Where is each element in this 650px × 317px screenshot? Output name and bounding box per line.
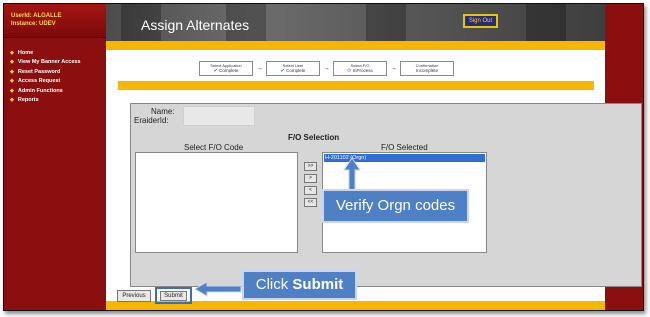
sidebar-item-label: Home [17,49,34,56]
move-all-left-button[interactable]: << [304,198,317,207]
sidebar: UserId: ALGALLE Instance: UDEV ◆ Home ◆ Vi… [4,4,106,310]
bullet-icon: ◆ [10,59,14,66]
bullet-icon: ◆ [10,49,14,56]
arrow-right-icon: → [323,65,330,72]
sidebar-item-home[interactable]: ◆ Home [4,48,106,58]
fo-selection-title: F/O Selection [288,133,340,142]
step-status: ✔ Complete [213,68,239,74]
eraider-id-label: EraiderId: [134,116,169,125]
step-select-user: Select User ✔ Complete [266,61,320,76]
fo-code-list[interactable] [135,152,298,253]
move-all-right-button[interactable]: >> [304,162,317,171]
page-title: Assign Alternates [141,17,250,33]
arrow-right-icon: → [256,65,263,72]
sidebar-nav: ◆ Home ◆ View My Banner Access ◆ Reset Pass… [4,48,106,105]
submit-button[interactable]: Submit [160,291,187,301]
step-status: ✔ Complete [280,68,306,74]
gold-divider [118,81,594,90]
step-status: Incomplete [415,68,438,73]
sidebar-item-label: View My Banner Access [17,59,81,66]
user-id-text: UserId: ALGALLE [11,13,62,19]
step-select-application: Select Application ✔ Complete [199,61,253,76]
arrow-right-icon: → [390,65,397,72]
user-info-box [183,106,255,126]
bullet-icon: ◆ [10,68,14,75]
instance-text: Instance: UDEV [11,21,56,27]
callout-bold-text: Submit [292,276,344,293]
bullet-icon: ◆ [10,97,14,104]
step-status: ⟳ InProcess [347,68,373,74]
sidebar-item-label: Reports [17,97,39,104]
sidebar-item-label: Access Request [17,78,61,85]
select-fo-code-label: Select F/O Code [184,143,244,152]
header-decoration [366,4,406,41]
step-select-fo: Select F/O ⟳ InProcess [333,61,387,76]
bullet-icon: ◆ [10,78,14,85]
header-decoration [526,4,566,41]
left-arrow-icon [194,281,242,297]
sidebar-item-admin-functions[interactable]: ◆ Admin Functions [4,86,106,96]
callout-text: Click [255,276,293,293]
move-right-button[interactable]: > [304,174,317,183]
sidebar-item-access-request[interactable]: ◆ Access Request [4,77,106,87]
move-left-button[interactable]: < [304,186,317,195]
sign-out-button[interactable]: Sign Out [463,14,498,28]
submit-highlight: Submit [155,287,192,304]
app-window: UserId: ALGALLE Instance: UDEV ◆ Home ◆ Vi… [3,3,644,311]
sidebar-item-view-banner-access[interactable]: ◆ View My Banner Access [4,58,106,68]
name-label: Name: [151,107,175,116]
process-icon: ⟳ [347,68,352,74]
sidebar-item-reports[interactable]: ◆ Reports [4,96,106,106]
up-arrow-icon [343,157,361,191]
check-icon: ✔ [280,68,285,74]
check-icon: ✔ [213,68,218,74]
bullet-icon: ◆ [10,87,14,94]
sidebar-item-label: Reset Password [17,68,61,75]
user-info-panel: UserId: ALGALLE Instance: UDEV [4,4,106,38]
verify-callout: Verify Orgn codes [322,189,469,223]
click-submit-callout: Click Submit [242,270,357,300]
previous-button[interactable]: Previous [117,290,151,302]
gold-divider [106,41,605,50]
page-header: Assign Alternates Sign Out [106,4,605,41]
step-confirmation: Confirmation Incomplete [400,61,454,76]
sidebar-item-reset-password[interactable]: ◆ Reset Password [4,67,106,77]
sidebar-item-label: Admin Functions [17,87,63,94]
fo-selected-label: F/O Selected [381,143,428,152]
